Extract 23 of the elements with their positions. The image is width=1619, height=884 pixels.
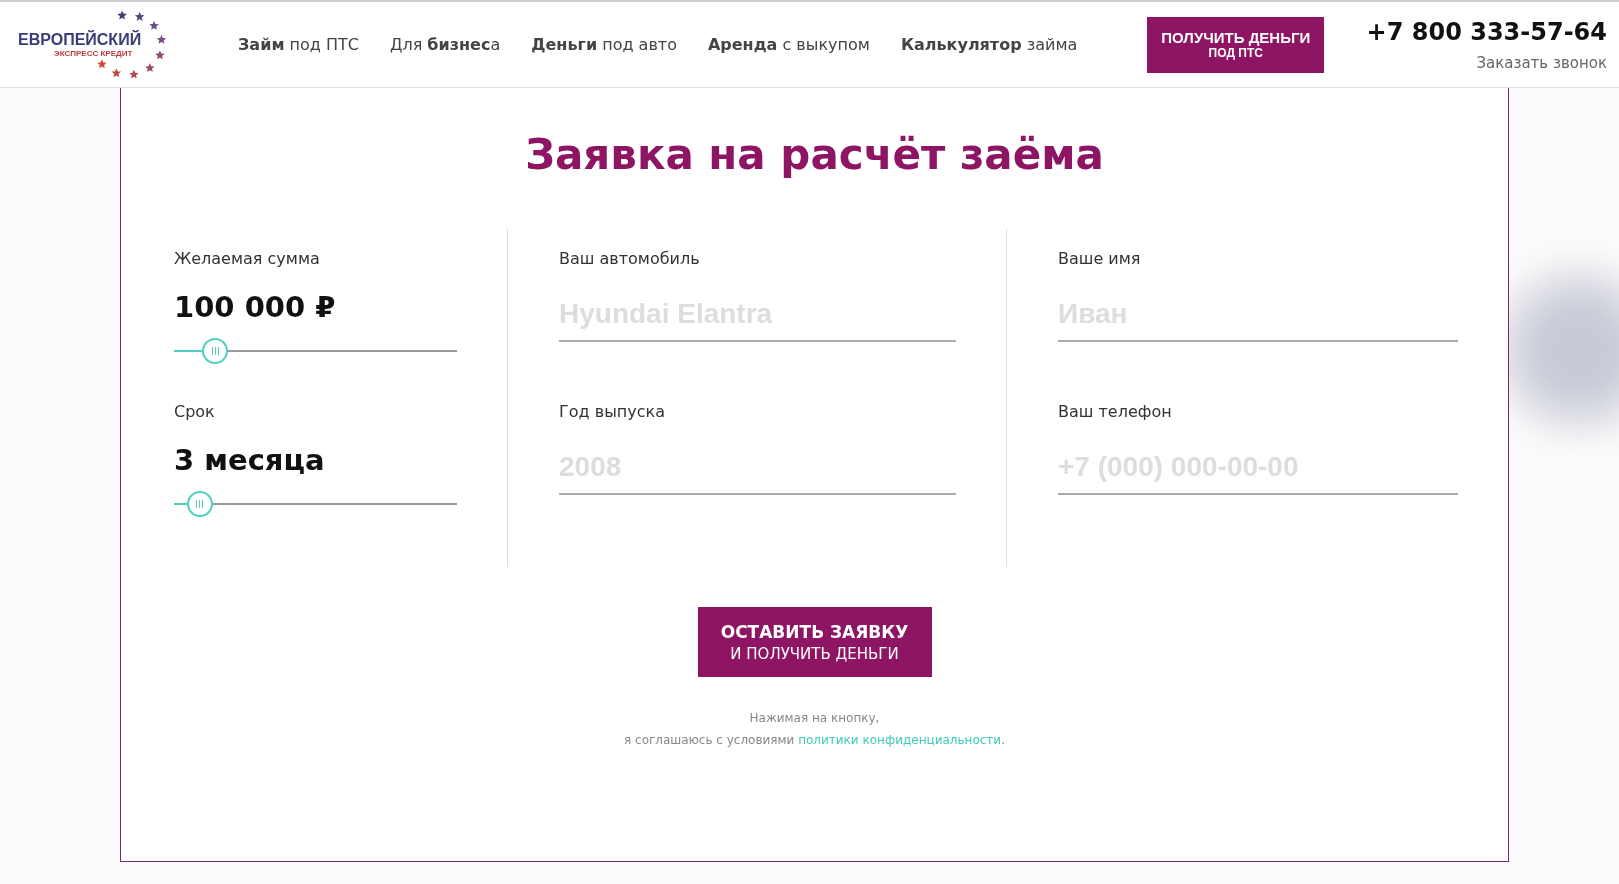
nav-link[interactable]: Деньги под авто [531, 35, 677, 54]
logo-subtitle: ЭКСПРЕСС КРЕДИТ [54, 49, 134, 58]
logo-title: ЕВРОПЕЙСКИЙ [18, 31, 142, 49]
slider-handle[interactable] [186, 491, 213, 517]
slider-value: 3 месяца [174, 443, 326, 477]
get-money-button[interactable]: ПОЛУЧИТЬ ДЕНЬГИ ПОД ПТС [1147, 16, 1325, 73]
field-label: Ваш телефон [1058, 402, 1173, 421]
field-label: Год выпуска [559, 402, 666, 421]
consent-note: Нажимая на кнопку, я соглашаюсь с условиями политики конфиденциальности. [624, 710, 1005, 749]
field-label: Желаемая сумма [174, 249, 321, 268]
slider-value: 100 000 ₽ [174, 290, 337, 324]
nav-link[interactable]: Займ под ПТС [238, 35, 359, 54]
field-label: Срок [174, 402, 216, 421]
nav-link[interactable]: Калькулятор займа [900, 35, 1078, 54]
field-label: Ваш автомобиль [559, 249, 701, 268]
callback-link[interactable]: Заказать звонок [1476, 53, 1607, 72]
nav-link[interactable]: Для бизнеса [389, 35, 501, 54]
submit-button[interactable]: ОСТАВИТЬ ЗАЯВКУ И ПОЛУЧИТЬ ДЕНЬГИ [697, 607, 932, 677]
form-title: Заявка на расчёт заёма [525, 130, 1104, 179]
field-label: Ваше имя [1058, 249, 1142, 268]
slider-handle[interactable] [202, 338, 229, 364]
nav-link[interactable]: Аренда с выкупом [707, 35, 870, 54]
phone-number: +7 800 333-57-64 [1366, 17, 1607, 46]
